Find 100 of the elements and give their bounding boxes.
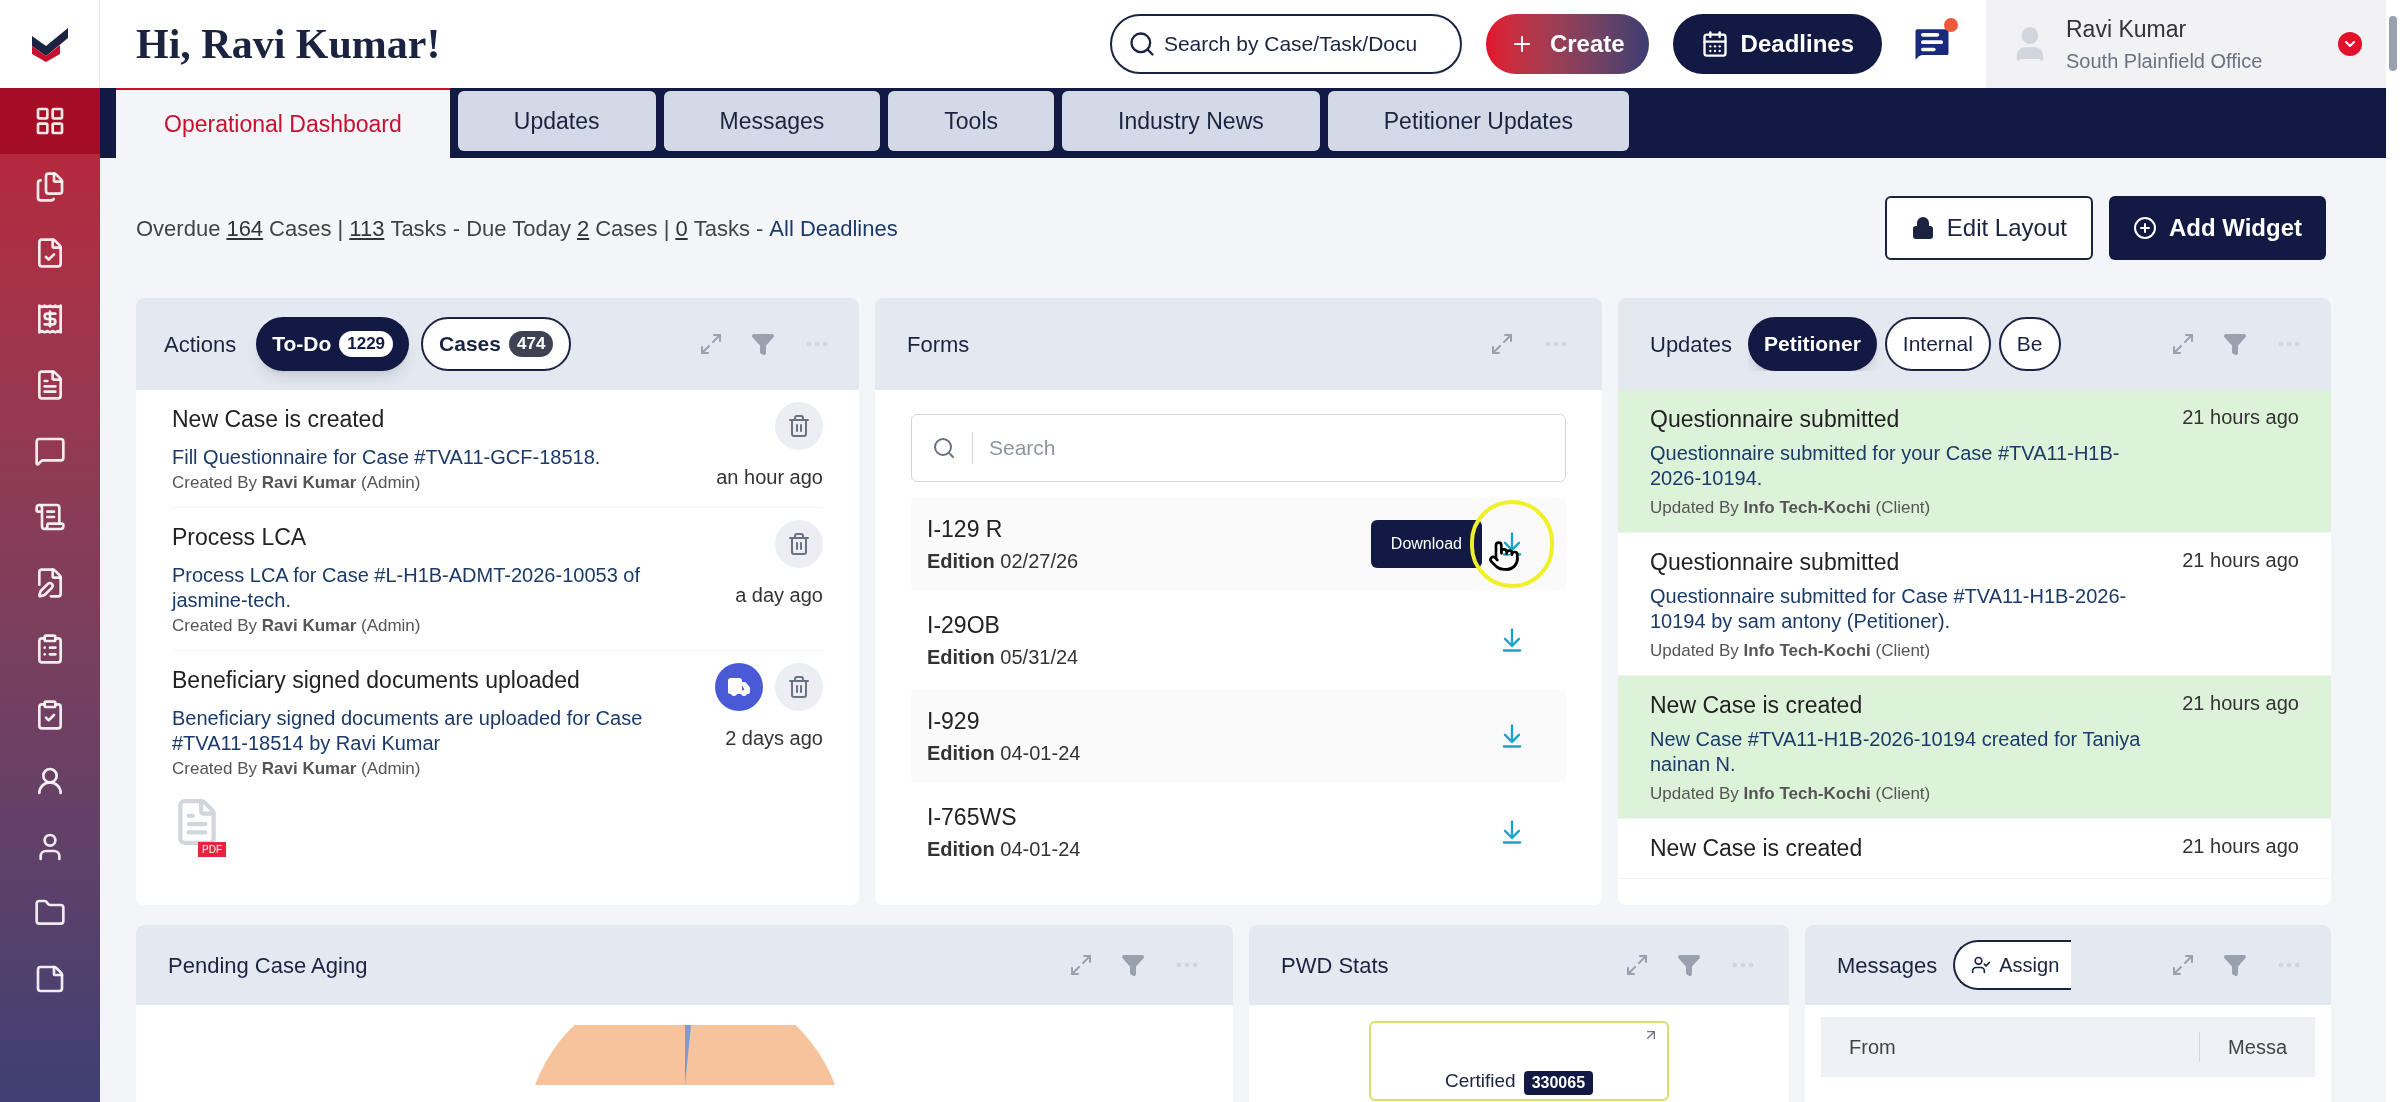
tab[interactable]: Tools: [888, 91, 1055, 151]
action-description: Process LCA for Case #L-H1B-ADMT-2026-10053 of jasmine-tech.: [172, 562, 641, 613]
count-link[interactable]: 113: [349, 211, 385, 245]
action-description: Fill Questionnaire for Case #TVA11-GCF-18518.: [172, 444, 602, 470]
update-title: New Case is created: [1650, 691, 1864, 720]
column-header: From: [1821, 1032, 2201, 1062]
delete-icon[interactable]: [775, 663, 823, 711]
update-title: New Case is created: [1650, 834, 1864, 863]
form-name: I-29OB: [927, 610, 1001, 640]
add-widget-button[interactable]: Add Widget: [2108, 196, 2326, 260]
update-title: Questionnaire submitted: [1650, 405, 1901, 434]
tab[interactable]: Updates: [457, 91, 656, 151]
update-item[interactable]: Questionnaire submitted Questionnaire submitted for your Case #TVA11-H1B-2026-10194. Updated By Info Tech-Kochi (Client) 21 hours ago: [1618, 390, 2331, 533]
column-header: Messa: [2227, 1035, 2288, 1060]
widget-title: Updates: [1650, 330, 1732, 359]
deadline-summary: Overdue 164 Cases | 113 Tasks - Due Today 2 Cases | 0 Tasks - All Deadlines: [136, 211, 898, 245]
stat-count: 330065: [1523, 1071, 1594, 1095]
form-name: I-929: [927, 706, 981, 736]
action-title[interactable]: Process LCA: [172, 520, 693, 555]
filter-pill[interactable]: Cases 474: [421, 317, 572, 371]
tab[interactable]: Industry News: [1062, 91, 1320, 151]
stat-card[interactable]: Certified 330065: [1369, 1021, 1669, 1101]
calendar-icon: [1700, 30, 1729, 58]
tab[interactable]: Messages: [663, 91, 881, 151]
nav-icon: [34, 171, 66, 203]
lock-icon: [1910, 216, 1935, 240]
form-edition: Edition 02/27/26: [927, 549, 1080, 575]
dropdown-icon: [2338, 32, 2362, 56]
form-name: I-765WS: [927, 802, 1018, 832]
search-box[interactable]: Search by Case/Task/Docu: [1109, 14, 1462, 74]
form-row[interactable]: I-29OB Edition 05/31/24: [911, 594, 1566, 686]
pointer-cursor-icon: [1488, 540, 1520, 572]
nav-icon: [34, 105, 66, 137]
update-title: Questionnaire submitted: [1650, 548, 1901, 577]
search-icon: [1127, 30, 1156, 58]
sidebar-item[interactable]: [0, 88, 100, 154]
truck-icon[interactable]: [715, 663, 763, 711]
form-name: I-129 R: [927, 514, 1004, 544]
filter-pill[interactable]: Petitioner: [1747, 317, 1877, 371]
filter-pill[interactable]: Be: [1998, 317, 2061, 371]
widget-title: Pending Case Aging: [168, 952, 368, 978]
user-icon: [1971, 955, 1992, 975]
logo-icon: [29, 26, 70, 62]
update-byline: Updated By Info Tech-Kochi (Client): [1650, 496, 1932, 519]
widget-title: Actions: [164, 330, 237, 359]
assign-filter-pill[interactable]: Assign: [1953, 940, 2072, 990]
action-title[interactable]: Beneficiary signed documents uploaded: [172, 663, 693, 698]
update-time: 21 hours ago: [2181, 548, 2299, 573]
forms-search-field[interactable]: Search: [972, 432, 1545, 464]
edit-layout-button[interactable]: Edit Layout: [1884, 196, 2093, 260]
nav-icon: [34, 501, 66, 533]
deadlines-button[interactable]: Deadlines: [1672, 14, 1882, 74]
update-byline: Updated By Info Tech-Kochi (Client): [1650, 639, 1932, 662]
nav-icon: [34, 963, 66, 995]
widget-title: PWD Stats: [1281, 952, 1389, 978]
form-edition: Edition 04-01-24: [927, 741, 1082, 767]
stat-label: Certified: [1444, 1068, 1516, 1093]
all-deadlines-link[interactable]: All Deadlines: [769, 211, 898, 245]
count-link[interactable]: 0: [675, 211, 688, 245]
tab[interactable]: Operational Dashboard: [116, 88, 450, 158]
forms-search-box[interactable]: Search: [911, 414, 1566, 482]
delete-icon[interactable]: [775, 402, 823, 450]
count-link[interactable]: 164: [226, 211, 264, 245]
action-time: an hour ago: [716, 465, 823, 490]
action-byline: Created By Ravi Kumar (Admin): [172, 471, 422, 494]
user-office: South Plainfield Office: [2066, 49, 2264, 75]
create-button[interactable]: Create: [1485, 14, 1649, 74]
greeting: Hi, Ravi Kumar!: [136, 19, 442, 69]
filter-pill[interactable]: To-Do 1229: [256, 317, 410, 371]
update-item[interactable]: New Case is created New Case #TVA11-H1B-2026-10194 created for Taniya nainan N. Updated By Info Tech-Kochi (Client) 21 hours ago: [1618, 676, 2331, 819]
update-description: Questionnaire submitted for your Case #TVA11-H1B-2026-10194.: [1650, 440, 2121, 491]
action-title[interactable]: New Case is created: [172, 402, 693, 437]
action-byline: Created By Ravi Kumar (Admin): [172, 614, 422, 637]
user-name: Ravi Kumar: [2066, 14, 2188, 44]
count-link[interactable]: 2: [576, 211, 590, 245]
update-description: Questionnaire submitted for Case #TVA11-H1B-2026-10194 by sam antony (Petitioner).: [1650, 583, 2128, 634]
form-row[interactable]: I-765WS Edition 04-01-24: [911, 786, 1566, 878]
action-byline: Created By Ravi Kumar (Admin): [172, 757, 422, 780]
form-edition: Edition 04-01-24: [927, 837, 1082, 863]
delete-icon[interactable]: [775, 520, 823, 568]
action-description: Beneficiary signed documents are uploaded for Case #TVA11-18514 by Ravi Kumar: [172, 705, 644, 756]
download-tooltip: Download: [1370, 520, 1482, 568]
update-byline: Updated By Info Tech-Kochi (Client): [1650, 782, 1932, 805]
search-field[interactable]: Search by Case/Task/Docu: [1163, 28, 1444, 60]
update-time: 21 hours ago: [2181, 834, 2299, 859]
form-row[interactable]: I-929 Edition 04-01-24: [911, 690, 1566, 782]
action-time: a day ago: [735, 583, 823, 608]
user-menu[interactable]: Ravi Kumar South Plainfield Office: [1986, 0, 2386, 88]
plus-circle-icon: [2132, 216, 2157, 240]
update-time: 21 hours ago: [2181, 405, 2299, 430]
filter-pill[interactable]: Internal: [1884, 317, 1991, 371]
tab[interactable]: Petitioner Updates: [1327, 91, 1629, 151]
update-description: New Case #TVA11-H1B-2026-10194 created for Taniya nainan N.: [1650, 726, 2142, 777]
update-time: 21 hours ago: [2181, 691, 2299, 716]
widget-title: Messages: [1837, 951, 1938, 980]
form-edition: Edition 05/31/24: [927, 645, 1080, 671]
action-time: 2 days ago: [725, 726, 823, 751]
search-icon: [932, 436, 956, 460]
widget-title: Forms: [907, 331, 970, 357]
form-row[interactable]: I-129 R Edition 02/27/26 Download: [911, 498, 1566, 590]
